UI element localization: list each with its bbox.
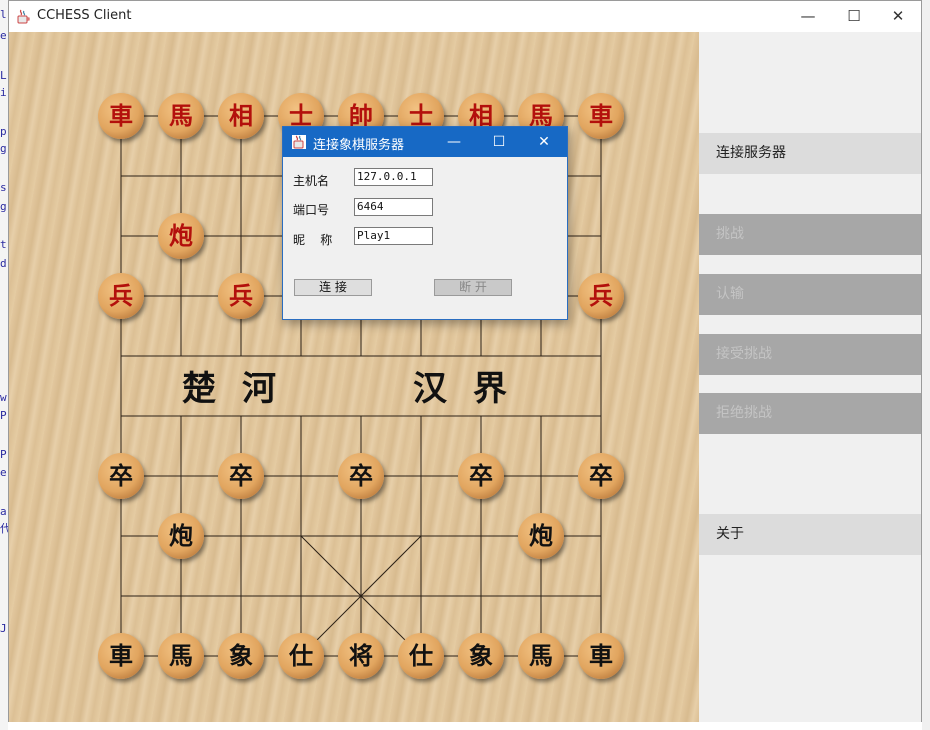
java-cup-icon [17, 9, 30, 24]
black-piece[interactable]: 炮 [158, 513, 204, 559]
red-piece[interactable]: 炮 [158, 213, 204, 259]
editor-code-glyph: e [0, 467, 7, 479]
editor-code-glyph: i [0, 87, 7, 99]
dialog-maximize-button[interactable]: ☐ [476, 127, 522, 157]
river-text-left: 楚河 [182, 369, 302, 409]
editor-code-glyph: s [0, 182, 7, 194]
editor-code-glyph: a [0, 506, 7, 518]
black-piece[interactable]: 車 [578, 633, 624, 679]
black-piece[interactable]: 仕 [278, 633, 324, 679]
disconnect-button[interactable]: 断 开 [434, 279, 512, 296]
about-button[interactable]: 关于 [699, 514, 921, 555]
black-piece[interactable]: 象 [218, 633, 264, 679]
java-cup-icon [292, 135, 306, 149]
red-piece[interactable]: 車 [98, 93, 144, 139]
window-title: CCHESS Client [37, 8, 132, 23]
editor-code-glyph: d [0, 258, 7, 270]
black-piece[interactable]: 炮 [518, 513, 564, 559]
red-piece[interactable]: 車 [578, 93, 624, 139]
red-piece[interactable]: 兵 [98, 273, 144, 319]
black-piece[interactable]: 卒 [458, 453, 504, 499]
accept-challenge-button[interactable]: 接受挑战 [699, 334, 921, 375]
black-piece[interactable]: 仕 [398, 633, 444, 679]
river-text-right: 汉界 [413, 369, 533, 409]
editor-code-glyph: l [0, 9, 7, 21]
dialog-close-button[interactable]: ✕ [521, 127, 567, 157]
red-piece[interactable]: 兵 [578, 273, 624, 319]
black-piece[interactable]: 将 [338, 633, 384, 679]
editor-code-glyph: L [0, 70, 7, 82]
red-piece[interactable]: 兵 [218, 273, 264, 319]
black-piece[interactable]: 象 [458, 633, 504, 679]
port-input[interactable]: 6464 [354, 198, 433, 216]
black-piece[interactable]: 車 [98, 633, 144, 679]
connect-button[interactable]: 连 接 [294, 279, 372, 296]
black-piece[interactable]: 卒 [218, 453, 264, 499]
resign-button[interactable]: 认输 [699, 274, 921, 315]
port-label: 端口号 [293, 203, 330, 217]
editor-code-glyph: t [0, 239, 7, 251]
connect-server-dialog: 连接象棋服务器 — ☐ ✕ 主机名 127.0.0.1 端口号 6464 昵 称… [282, 126, 568, 320]
connect-server-button[interactable]: 连接服务器 [699, 133, 921, 174]
side-panel: 连接服务器 挑战 认输 接受挑战 拒绝挑战 关于 [699, 32, 921, 722]
background-right-strip [922, 0, 930, 730]
black-piece[interactable]: 馬 [158, 633, 204, 679]
editor-code-glyph: g [0, 201, 7, 213]
dialog-titlebar[interactable]: 连接象棋服务器 — ☐ ✕ [283, 127, 567, 157]
black-piece[interactable]: 卒 [578, 453, 624, 499]
editor-code-glyph: e [0, 30, 7, 42]
minimize-button[interactable]: — [785, 1, 831, 32]
nickname-label: 昵 称 [293, 233, 333, 247]
main-titlebar[interactable]: CCHESS Client — ☐ ✕ [9, 1, 921, 32]
reject-challenge-button[interactable]: 拒绝挑战 [699, 393, 921, 434]
editor-code-glyph: w [0, 392, 7, 404]
black-piece[interactable]: 馬 [518, 633, 564, 679]
editor-code-glyph: g [0, 143, 7, 155]
maximize-button[interactable]: ☐ [831, 1, 877, 32]
editor-code-glyph: P [0, 410, 7, 422]
host-input[interactable]: 127.0.0.1 [354, 168, 433, 186]
editor-code-glyph: P [0, 449, 7, 461]
challenge-button[interactable]: 挑战 [699, 214, 921, 255]
close-button[interactable]: ✕ [875, 1, 921, 32]
black-piece[interactable]: 卒 [338, 453, 384, 499]
red-piece[interactable]: 馬 [158, 93, 204, 139]
black-piece[interactable]: 卒 [98, 453, 144, 499]
editor-code-glyph: p [0, 126, 7, 138]
background-editor-strip: leLipgsgtdwPPea代J [0, 0, 8, 730]
editor-code-glyph: J [0, 623, 7, 635]
dialog-title: 连接象棋服务器 [313, 138, 405, 153]
host-label: 主机名 [293, 174, 330, 188]
editor-code-glyph: 代 [0, 523, 8, 535]
main-window: CCHESS Client — ☐ ✕ 楚河 汉界 車馬相士帥士相馬車炮兵兵兵卒… [8, 0, 922, 722]
red-piece[interactable]: 相 [218, 93, 264, 139]
nickname-input[interactable]: Play1 [354, 227, 433, 245]
dialog-minimize-button[interactable]: — [431, 127, 477, 157]
